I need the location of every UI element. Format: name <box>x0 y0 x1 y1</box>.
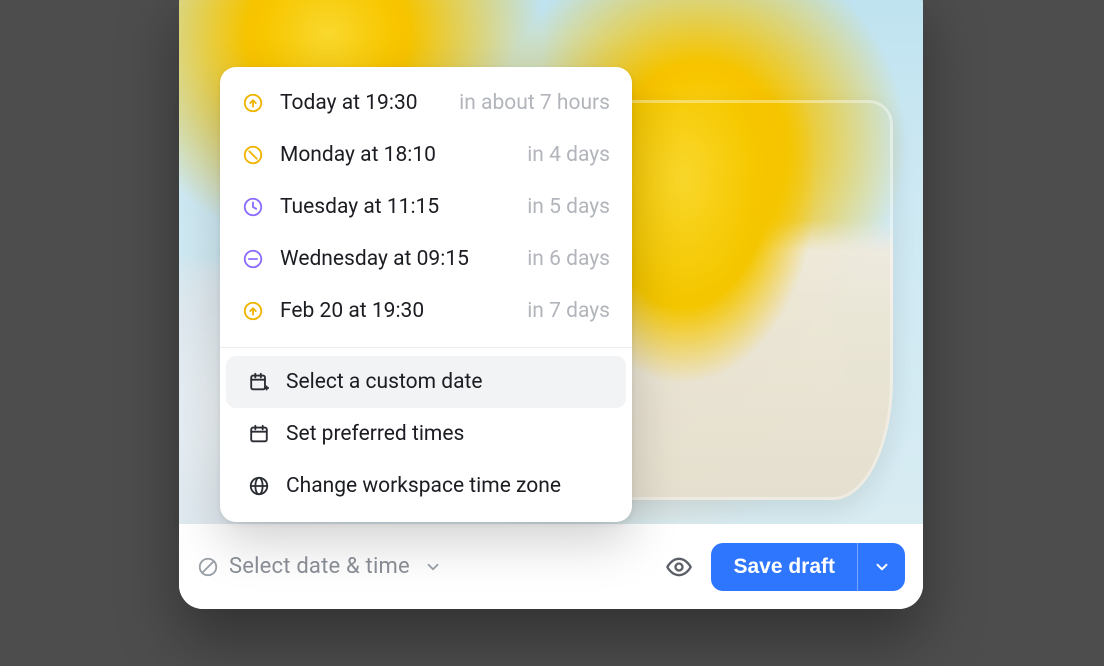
schedule-slash-icon <box>197 556 219 578</box>
chevron-down-icon <box>873 558 891 576</box>
select-date-time[interactable]: Select date & time <box>197 554 442 579</box>
action-label: Change workspace time zone <box>286 474 561 498</box>
schedule-item-hint: in 6 days <box>527 247 610 271</box>
preview-button[interactable] <box>659 547 699 587</box>
schedule-item-label: Wednesday at 09:15 <box>280 247 469 271</box>
popover-actions: Select a custom date Set preferred times <box>220 352 632 522</box>
schedule-item-label: Today at 19:30 <box>280 91 418 115</box>
schedule-item-label: Feb 20 at 19:30 <box>280 299 424 323</box>
schedule-item-hint: in 7 days <box>527 299 610 323</box>
sunrise-icon <box>242 92 264 114</box>
clock-icon <box>242 196 264 218</box>
schedule-popover: Today at 19:30 in about 7 hours Monday a… <box>220 67 632 522</box>
set-preferred-times[interactable]: Set preferred times <box>226 408 626 460</box>
schedule-item-label: Tuesday at 11:15 <box>280 195 439 219</box>
minus-circle-icon <box>242 248 264 270</box>
eye-icon <box>665 553 693 581</box>
schedule-item[interactable]: Feb 20 at 19:30 in 7 days <box>220 285 632 337</box>
select-custom-date[interactable]: Select a custom date <box>226 356 626 408</box>
popover-divider <box>220 347 632 348</box>
action-label: Select a custom date <box>286 370 483 394</box>
save-draft-group: Save draft <box>711 543 905 591</box>
schedule-suggestions: Today at 19:30 in about 7 hours Monday a… <box>220 67 632 343</box>
calendar-icon <box>248 423 270 445</box>
select-date-time-label: Select date & time <box>229 554 410 579</box>
composer-footer: Select date & time Save draft <box>179 524 923 609</box>
schedule-item[interactable]: Monday at 18:10 in 4 days <box>220 129 632 181</box>
schedule-item[interactable]: Today at 19:30 in about 7 hours <box>220 77 632 129</box>
schedule-item[interactable]: Tuesday at 11:15 in 5 days <box>220 181 632 233</box>
schedule-item-hint: in 4 days <box>527 143 610 167</box>
save-draft-button[interactable]: Save draft <box>711 543 857 591</box>
globe-icon <box>248 475 270 497</box>
chevron-down-icon <box>424 558 442 576</box>
change-timezone[interactable]: Change workspace time zone <box>226 460 626 512</box>
schedule-item[interactable]: Wednesday at 09:15 in 6 days <box>220 233 632 285</box>
action-label: Set preferred times <box>286 422 464 446</box>
sunset-icon <box>242 144 264 166</box>
schedule-item-hint: in 5 days <box>527 195 610 219</box>
calendar-plus-icon <box>248 371 270 393</box>
schedule-item-label: Monday at 18:10 <box>280 143 436 167</box>
schedule-item-hint: in about 7 hours <box>459 91 610 115</box>
save-draft-menu-button[interactable] <box>857 543 905 591</box>
sunrise-icon <box>242 300 264 322</box>
